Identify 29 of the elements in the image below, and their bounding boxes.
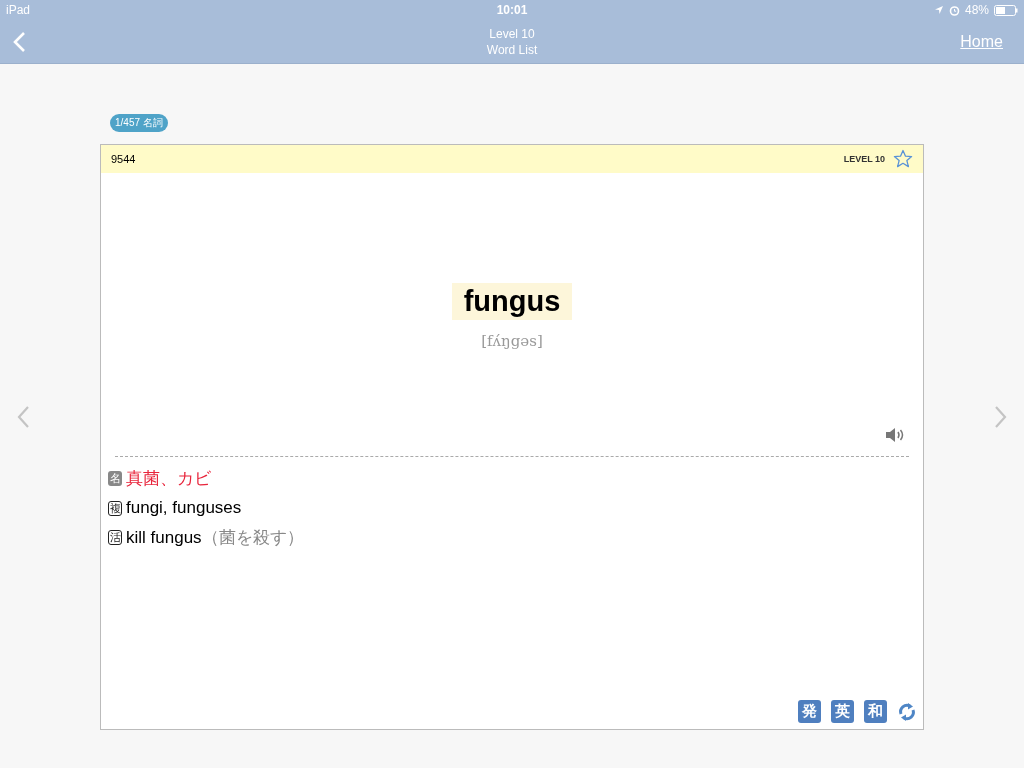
toggle-button[interactable]: 発 [798, 700, 821, 723]
word-number: 9544 [111, 153, 137, 165]
level-label: LEVEL 10 [843, 154, 885, 164]
previous-icon[interactable] [16, 405, 30, 429]
pronunciation: [fʌ́ŋgəs] [481, 332, 543, 350]
next-icon[interactable] [994, 405, 1008, 429]
battery-percent: 48% [964, 3, 989, 17]
headword: fungus [451, 283, 573, 320]
counter-badge: 1/457 名詞 [110, 114, 168, 132]
translation-text: （菌を殺す） [201, 527, 304, 549]
location-icon [933, 5, 944, 15]
refresh-icon[interactable] [897, 701, 917, 722]
back-icon[interactable] [12, 30, 26, 53]
definition-text: kill fungus [126, 527, 202, 548]
part-of-speech-tag: 複 [108, 500, 122, 516]
speaker-icon[interactable] [884, 426, 906, 444]
alarm-icon [948, 4, 960, 16]
part-of-speech-tag: 活 [108, 530, 122, 545]
toggle-button[interactable]: 和 [864, 700, 887, 723]
nav-title: Level 10 [489, 25, 535, 42]
device-name: iPad [6, 3, 31, 17]
part-of-speech-tag: 名 [108, 471, 122, 486]
clock: 10:01 [495, 3, 529, 17]
definition-text: 真菌、カビ [126, 468, 211, 490]
definition-text: fungi, funguses [126, 498, 242, 518]
star-icon[interactable] [893, 149, 913, 169]
nav-subtitle: Word List [486, 41, 538, 58]
toggle-button[interactable]: 英 [831, 700, 854, 723]
battery-icon [994, 4, 1018, 16]
